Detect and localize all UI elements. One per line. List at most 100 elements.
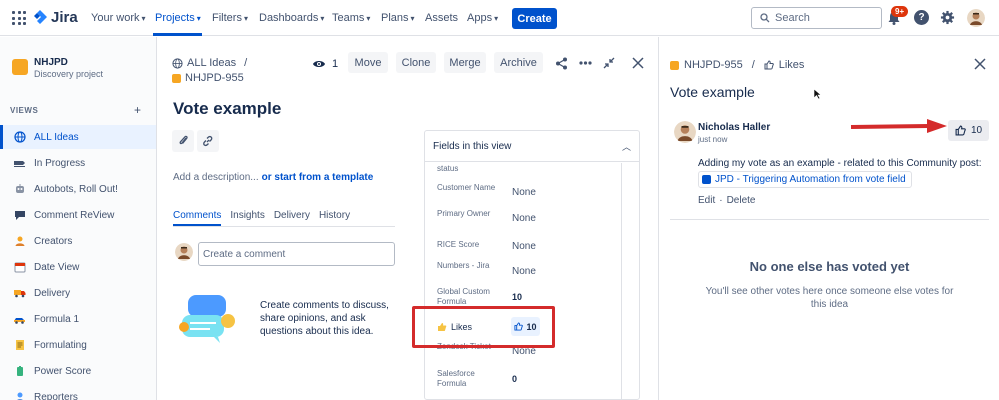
active-tab-indicator <box>173 224 221 226</box>
project-name[interactable]: NHJPD <box>34 57 68 68</box>
nav-projects[interactable]: Projects ▾ <box>155 12 201 24</box>
more-actions-icon[interactable] <box>577 55 593 71</box>
sidebar-item-delivery[interactable]: Delivery <box>0 281 156 305</box>
link-button[interactable] <box>197 130 219 152</box>
field-value[interactable]: None <box>512 187 536 198</box>
edit-link[interactable]: Edit <box>698 195 715 206</box>
share-icon[interactable] <box>553 55 569 71</box>
field-value[interactable]: None <box>512 213 536 224</box>
empty-comments-text: Create comments to discuss, share opinio… <box>260 300 389 337</box>
jira-logo[interactable]: Jira <box>33 9 78 26</box>
fields-scrollbar[interactable] <box>621 163 622 399</box>
field-label: status <box>437 164 459 173</box>
sidebar-item-reporters[interactable]: Reporters <box>0 385 156 400</box>
nav-label: Your work <box>91 12 140 24</box>
robot-icon <box>13 183 26 196</box>
chevron-up-icon[interactable]: ︿ <box>622 140 631 153</box>
sidebar-item-date-view[interactable]: Date View <box>0 255 156 279</box>
search-input[interactable]: Search <box>751 7 882 29</box>
issue-view: ALL Ideas / NHJPD-955 1 Move Clone Merge… <box>158 37 657 400</box>
project-type: Discovery project <box>34 69 104 79</box>
sidebar-item-power-score[interactable]: Power Score <box>0 359 156 383</box>
tab-insights[interactable]: Insights <box>230 210 264 221</box>
sidebar-item-formulating[interactable]: Formulating <box>0 333 156 357</box>
description-placeholder: Add a description... <box>173 172 259 183</box>
nav-teams[interactable]: Teams ▾ <box>332 12 370 24</box>
tab-delivery[interactable]: Delivery <box>274 210 310 221</box>
sidebar-item-label: Autobots, Roll Out! <box>34 183 118 195</box>
field-value[interactable]: None <box>512 241 536 252</box>
nav-filters[interactable]: Filters ▾ <box>212 12 248 24</box>
chevron-down-icon: ▾ <box>494 13 499 23</box>
sidebar-item-creators[interactable]: Creators <box>0 229 156 253</box>
archive-button[interactable]: Archive <box>494 52 543 73</box>
gear-icon[interactable] <box>940 10 955 25</box>
nav-label: Filters <box>212 12 242 24</box>
sidebar-item-autobots[interactable]: Autobots, Roll Out! <box>0 177 156 201</box>
thumbs-up-icon <box>764 60 774 70</box>
nav-assets[interactable]: Assets <box>425 12 458 24</box>
search-placeholder: Search <box>775 12 810 24</box>
nav-your-work[interactable]: Your work ▾ <box>91 12 146 24</box>
issue-key-breadcrumb: NHJPD-955 <box>172 72 244 84</box>
sidebar-item-comment-review[interactable]: Comment ReView <box>0 203 156 227</box>
nav-dashboards[interactable]: Dashboards ▾ <box>259 12 324 24</box>
field-value[interactable]: 10 <box>512 292 522 302</box>
voter-name[interactable]: Nicholas Haller <box>698 122 770 133</box>
tab-comments[interactable]: Comments <box>173 210 221 221</box>
issue-title[interactable]: Vote example <box>173 99 281 119</box>
field-value[interactable]: None <box>512 266 536 277</box>
sidebar: NHJPD Discovery project VIEWS + ALL Idea… <box>0 37 157 400</box>
add-view-icon[interactable]: + <box>134 103 141 117</box>
close-icon[interactable] <box>630 55 646 71</box>
issue-key-link[interactable]: NHJPD-955 <box>684 59 743 71</box>
field-value[interactable]: 0 <box>512 374 517 384</box>
community-post-link[interactable]: JPD - Triggering Automation from vote fi… <box>698 171 912 188</box>
nav-plans[interactable]: Plans ▾ <box>381 12 415 24</box>
breadcrumb: ALL Ideas / <box>172 57 247 69</box>
sidebar-item-all-ideas[interactable]: ALL Ideas <box>0 125 156 149</box>
create-button[interactable]: Create <box>512 8 557 29</box>
description-field[interactable]: Add a description... or start from a temp… <box>173 172 373 183</box>
breadcrumb-view-link[interactable]: ALL Ideas <box>187 57 236 69</box>
user-avatar[interactable] <box>967 9 985 27</box>
sidebar-item-label: In Progress <box>34 157 86 169</box>
top-navigation: Jira Your work ▾ Projects ▾ Filters ▾ Dashb… <box>0 0 999 36</box>
vote-actions: Edit · Delete <box>698 195 755 206</box>
sidebar-item-formula-1[interactable]: Formula 1 <box>0 307 156 331</box>
close-panel-icon[interactable] <box>972 56 988 72</box>
app-switcher-icon[interactable] <box>12 11 26 25</box>
collapse-icon[interactable] <box>601 55 617 71</box>
move-button[interactable]: Move <box>348 52 388 73</box>
project-icon <box>12 59 28 75</box>
comment-input[interactable]: Create a comment <box>198 242 395 266</box>
help-icon[interactable]: ? <box>914 10 929 25</box>
issue-key-link[interactable]: NHJPD-955 <box>185 72 244 84</box>
sidebar-item-label: Power Score <box>34 365 92 377</box>
nav-label: Plans <box>381 12 409 24</box>
nav-apps[interactable]: Apps ▾ <box>467 12 498 24</box>
chevron-down-icon: ▾ <box>410 13 415 23</box>
fields-panel-header[interactable]: Fields in this view ︿ <box>425 131 639 162</box>
truck-icon <box>13 287 26 300</box>
nav-label: Dashboards <box>259 12 319 24</box>
person-icon <box>13 235 26 248</box>
calendar-icon <box>13 261 26 274</box>
template-link[interactable]: or start from a template <box>262 172 374 183</box>
battery-icon <box>13 365 26 378</box>
attachment-button[interactable] <box>172 130 194 152</box>
sidebar-item-in-progress[interactable]: In Progress <box>0 151 156 175</box>
delete-link[interactable]: Delete <box>727 195 756 206</box>
highlight-box <box>412 306 555 348</box>
comments-illustration-icon <box>179 295 235 343</box>
divider <box>670 219 989 220</box>
sidebar-item-label: Formula 1 <box>34 313 80 325</box>
merge-button[interactable]: Merge <box>444 52 486 73</box>
clone-button[interactable]: Clone <box>396 52 436 73</box>
watchers-button[interactable]: 1 <box>312 58 338 70</box>
nav-label: Projects <box>155 12 195 24</box>
tab-history[interactable]: History <box>319 210 350 221</box>
vote-button[interactable]: 10 <box>948 120 989 141</box>
sidebar-item-label: Formulating <box>34 339 87 351</box>
likes-panel-breadcrumb: NHJPD-955 / Likes <box>670 59 804 71</box>
